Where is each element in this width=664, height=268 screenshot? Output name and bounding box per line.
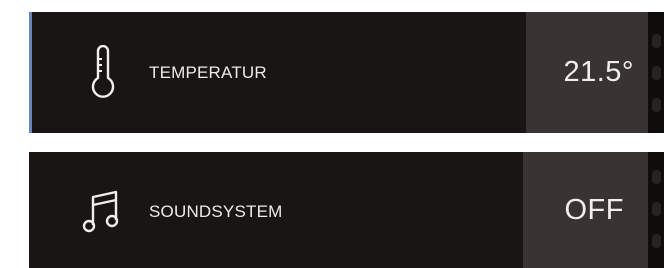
thermometer-icon xyxy=(81,44,125,99)
edge-knob xyxy=(652,66,661,80)
edge-knob xyxy=(652,170,661,184)
soundsystem-tile[interactable]: SOUNDSYSTEM OFF xyxy=(29,152,664,268)
edge-knob xyxy=(652,98,661,112)
soundsystem-label: SOUNDSYSTEM xyxy=(149,202,283,221)
temperature-value: 21.5° xyxy=(563,56,634,88)
temperature-label: TEMPERATUR xyxy=(149,63,267,82)
temperature-tile[interactable]: TEMPERATUR 21.5° xyxy=(29,12,664,133)
soundsystem-value-box[interactable]: OFF xyxy=(523,152,648,268)
edge-knob xyxy=(652,234,661,248)
selected-indicator xyxy=(29,12,32,133)
soundsystem-edge-strip xyxy=(648,152,664,268)
temperature-value-box[interactable]: 21.5° xyxy=(526,12,648,133)
soundsystem-value: OFF xyxy=(564,193,624,226)
edge-knob xyxy=(652,34,661,48)
music-note-icon xyxy=(81,185,125,239)
edge-knob xyxy=(652,202,661,216)
temperature-edge-strip xyxy=(648,12,664,133)
